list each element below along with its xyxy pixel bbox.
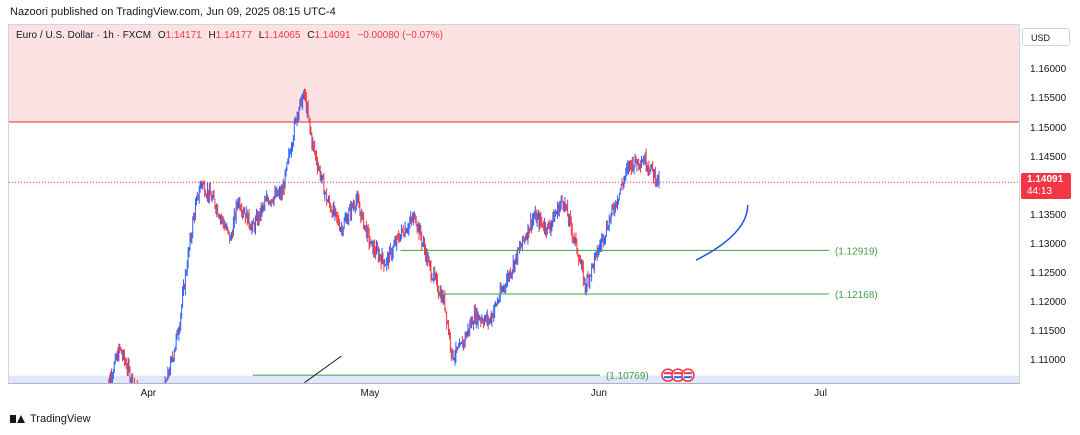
flag-stripe: [663, 372, 672, 375]
brand-name: TradingView: [30, 413, 91, 425]
tradingview-brand[interactable]: TradingView: [10, 413, 91, 425]
price-tick-label: 1.15500: [1030, 93, 1067, 105]
open-key: O: [157, 30, 166, 41]
price-tick-label: 1.12500: [1030, 267, 1067, 279]
us-flag-event-icon: [681, 368, 695, 382]
time-tick-label: Jul: [814, 388, 827, 399]
symbol-title[interactable]: Euro / U.S. Dollar · 1h · FXCM: [16, 30, 151, 41]
price-chart[interactable]: (1.12919) (1.12168) (1.10769): [9, 25, 1020, 384]
level-label-2: (1.12168): [835, 290, 878, 301]
flag-stripe: [663, 376, 672, 379]
price-tick-label: 1.15000: [1030, 122, 1067, 134]
support-zone: [9, 375, 1019, 383]
low-value: 1.14065: [264, 30, 301, 41]
price-tick-label: 1.12000: [1030, 296, 1067, 308]
price-axis[interactable]: 1.11000 1.11500 1.12000 1.12500 1.13000 1.135…: [1020, 24, 1080, 384]
level-label-3: (1.10769): [606, 371, 649, 382]
flag-stripe: [683, 372, 692, 375]
flag-stripe: [673, 372, 682, 375]
ohlc-legend: Euro / U.S. Dollar · 1h · FXCM O1.14171 …: [16, 30, 443, 41]
level-label-1: (1.12919): [835, 246, 878, 257]
price-tick-label: 1.16000: [1030, 64, 1067, 76]
time-tick-label: Apr: [140, 388, 157, 399]
price-tick-label: 1.13500: [1030, 209, 1067, 221]
current-price-value: 1.14091: [1027, 174, 1064, 186]
time-tick-label: May: [360, 388, 380, 399]
current-price-badge: 1.14091 44:13: [1021, 173, 1071, 200]
time-tick-label: Jun: [590, 388, 607, 399]
price-tick-label: 1.13000: [1030, 238, 1067, 250]
open-value: 1.14171: [165, 30, 202, 41]
price-tick-label: 1.11500: [1030, 325, 1066, 337]
candle-countdown: 44:13: [1027, 186, 1053, 198]
time-axis[interactable]: Apr May Jun Jul: [8, 384, 1020, 404]
high-key: H: [208, 30, 216, 41]
flag-stripe: [673, 376, 682, 379]
chart-area[interactable]: (1.12919) (1.12168) (1.10769): [8, 24, 1020, 384]
change-value: −0.00080 (−0.07%): [357, 30, 443, 41]
currency-button[interactable]: USD: [1022, 28, 1070, 46]
price-tick-label: 1.11000: [1030, 354, 1066, 366]
flag-stripe: [683, 376, 692, 379]
close-value: 1.14091: [314, 30, 351, 41]
tradingview-logo-icon: [10, 414, 26, 424]
projection-curve: [695, 204, 749, 261]
price-tick-label: 1.14500: [1030, 151, 1067, 163]
high-value: 1.14177: [215, 30, 252, 41]
publish-line: Nazoori published on TradingView.com, Ju…: [10, 6, 336, 18]
